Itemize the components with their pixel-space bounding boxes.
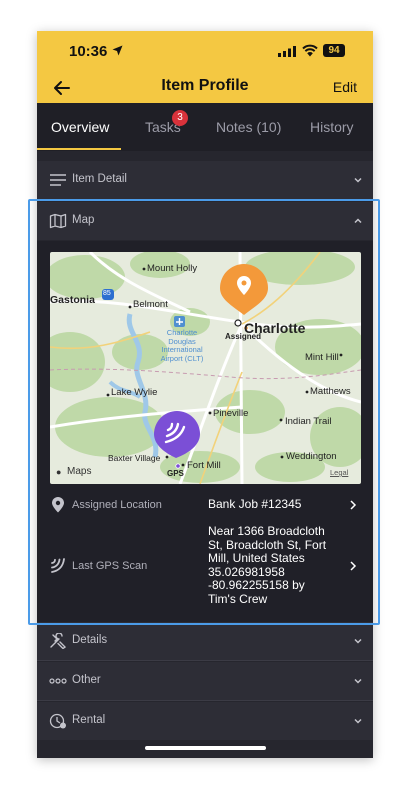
tab-history[interactable]: History [310,119,354,135]
divider [37,700,373,701]
section-label: Other [72,674,101,686]
chevron-down-icon [354,177,362,183]
wifi-icon [302,44,318,57]
active-tab-indicator [37,148,121,150]
nav-bar: Item Profile Edit [37,73,373,103]
tools-icon [50,633,67,649]
edit-button[interactable]: Edit [333,79,357,95]
tab-overview[interactable]: Overview [51,119,109,135]
rental-clock-icon [49,713,66,729]
chevron-down-icon [354,718,362,724]
section-other[interactable]: Other [37,662,373,700]
section-label: Item Detail [72,173,127,185]
chevron-down-icon [354,678,362,684]
cellular-signal-icon [278,46,296,57]
tab-notes[interactable]: Notes (10) [216,119,281,135]
selection-highlight [28,199,380,625]
section-details[interactable]: Details [37,622,373,660]
list-icon [50,174,66,186]
section-label: Rental [72,714,106,726]
location-arrow-icon [112,45,123,56]
tasks-count-badge: 3 [172,110,188,126]
section-item-detail[interactable]: Item Detail [37,161,373,199]
section-label: Details [72,634,108,646]
divider [37,660,373,661]
status-time: 10:36 [69,43,108,60]
page-title: Item Profile [161,77,249,94]
battery-indicator: 94 [323,44,345,57]
chevron-down-icon [354,638,362,644]
tab-bar: Overview Tasks Notes (10) History [37,103,373,151]
section-rental[interactable]: Rental [37,702,373,740]
home-indicator[interactable] [145,746,266,750]
more-dots-icon [49,678,67,684]
status-bar: 10:36 94 [37,31,373,73]
